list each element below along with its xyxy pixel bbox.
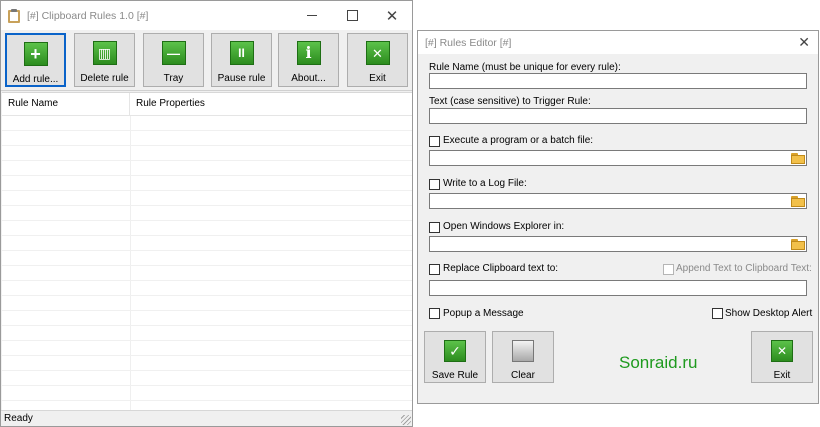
explorer-path-input[interactable]	[429, 236, 807, 252]
pause-icon: II	[229, 41, 254, 65]
browse-program-folder-icon[interactable]	[791, 153, 806, 164]
maximize-button[interactable]	[332, 1, 372, 30]
pause-rule-button[interactable]: II Pause rule	[211, 33, 272, 87]
list-row	[2, 176, 412, 191]
add-rule-label: Add rule...	[12, 74, 59, 85]
append-text-checkbox[interactable]	[663, 264, 674, 275]
editor-titlebar[interactable]: [#] Rules Editor [#] ✕	[418, 31, 818, 54]
rule-name-label: Rule Name (must be unique for every rule…	[429, 62, 621, 73]
list-row	[2, 311, 412, 326]
popup-message-checkbox[interactable]	[429, 308, 440, 319]
add-rule-button[interactable]: + Add rule...	[5, 33, 66, 87]
list-row	[2, 341, 412, 356]
exit-button[interactable]: ✕ Exit	[347, 33, 408, 87]
save-rule-label: Save Rule	[431, 370, 479, 381]
list-row	[2, 221, 412, 236]
replace-clipboard-label: Replace Clipboard text to:	[443, 263, 559, 274]
column-header-rule-properties[interactable]: Rule Properties	[130, 93, 205, 115]
column-header-rule-name[interactable]: Rule Name	[2, 93, 130, 115]
list-row	[2, 296, 412, 311]
pause-rule-label: Pause rule	[217, 73, 266, 84]
info-icon: i	[296, 41, 321, 65]
rules-list[interactable]: Rule Name Rule Properties	[2, 92, 412, 416]
main-window: [#] Clipboard Rules 1.0 [#] ✕ + Add rule…	[0, 0, 413, 427]
exit-x-icon: ✕	[771, 340, 793, 362]
exit-x-icon: ✕	[365, 41, 390, 65]
editor-close-icon[interactable]: ✕	[798, 34, 810, 51]
tray-label: Tray	[163, 73, 184, 84]
list-row	[2, 266, 412, 281]
trigger-text-label: Text (case sensitive) to Trigger Rule:	[429, 96, 591, 107]
list-header: Rule Name Rule Properties	[2, 93, 412, 116]
minus-icon: —	[161, 41, 186, 65]
list-row	[2, 161, 412, 176]
append-text-label: Append Text to Clipboard Text:	[676, 263, 812, 274]
clear-square-icon	[512, 340, 534, 362]
popup-message-label: Popup a Message	[443, 308, 524, 319]
delete-rule-button[interactable]: ▥ Delete rule	[74, 33, 135, 87]
status-bar: Ready	[1, 410, 412, 426]
trash-icon: ▥	[92, 41, 117, 65]
exit-label: Exit	[369, 73, 386, 84]
about-label: About...	[291, 73, 326, 84]
list-row	[2, 146, 412, 161]
write-log-checkbox[interactable]	[429, 179, 440, 190]
list-row	[2, 386, 412, 401]
open-explorer-label: Open Windows Explorer in:	[443, 221, 565, 232]
delete-rule-label: Delete rule	[80, 73, 129, 84]
resize-grip-icon[interactable]	[401, 415, 411, 425]
editor-exit-label: Exit	[773, 370, 791, 381]
status-text: Ready	[4, 413, 33, 424]
close-button[interactable]: ✕	[372, 1, 412, 30]
trigger-text-input[interactable]	[429, 108, 807, 124]
main-titlebar[interactable]: [#] Clipboard Rules 1.0 [#] ✕	[1, 1, 412, 30]
clear-button[interactable]: Clear	[492, 331, 554, 383]
execute-program-checkbox[interactable]	[429, 136, 440, 147]
list-row	[2, 236, 412, 251]
save-rule-button[interactable]: ✓ Save Rule	[424, 331, 486, 383]
replace-clipboard-checkbox[interactable]	[429, 264, 440, 275]
desktop-alert-label: Show Desktop Alert	[725, 308, 813, 319]
checkmark-icon: ✓	[444, 340, 466, 362]
minimize-icon	[307, 15, 317, 16]
main-toolbar: + Add rule... ▥ Delete rule — Tray II Pa…	[1, 30, 412, 91]
browse-log-folder-icon[interactable]	[791, 196, 806, 207]
list-row	[2, 371, 412, 386]
list-row	[2, 251, 412, 266]
editor-window-title: [#] Rules Editor [#]	[425, 37, 512, 49]
log-file-input[interactable]	[429, 193, 807, 209]
rule-name-input[interactable]	[429, 73, 807, 89]
about-button[interactable]: i About...	[278, 33, 339, 87]
tray-button[interactable]: — Tray	[143, 33, 204, 87]
main-window-title: [#] Clipboard Rules 1.0 [#]	[27, 9, 149, 22]
replace-text-input[interactable]	[429, 280, 807, 296]
rules-editor-window: [#] Rules Editor [#] ✕ Rule Name (must b…	[417, 30, 819, 404]
list-row	[2, 131, 412, 146]
list-row	[2, 116, 412, 131]
desktop-alert-checkbox[interactable]	[712, 308, 723, 319]
list-row	[2, 281, 412, 296]
minimize-button[interactable]	[292, 1, 332, 30]
brand-watermark: Sonraid.ru	[619, 353, 698, 372]
plus-icon: +	[23, 42, 48, 66]
browse-explorer-folder-icon[interactable]	[791, 239, 806, 250]
execute-program-label: Execute a program or a batch file:	[443, 135, 594, 146]
maximize-icon	[346, 10, 358, 21]
list-row	[2, 191, 412, 206]
list-rows	[2, 116, 412, 416]
list-row	[2, 206, 412, 221]
close-icon: ✕	[385, 7, 399, 25]
write-log-label: Write to a Log File:	[443, 178, 527, 189]
execute-program-input[interactable]	[429, 150, 807, 166]
clipboard-icon	[8, 8, 20, 23]
editor-exit-button[interactable]: ✕ Exit	[751, 331, 813, 383]
list-row	[2, 326, 412, 341]
open-explorer-checkbox[interactable]	[429, 222, 440, 233]
list-row	[2, 356, 412, 371]
clear-label: Clear	[511, 370, 535, 381]
